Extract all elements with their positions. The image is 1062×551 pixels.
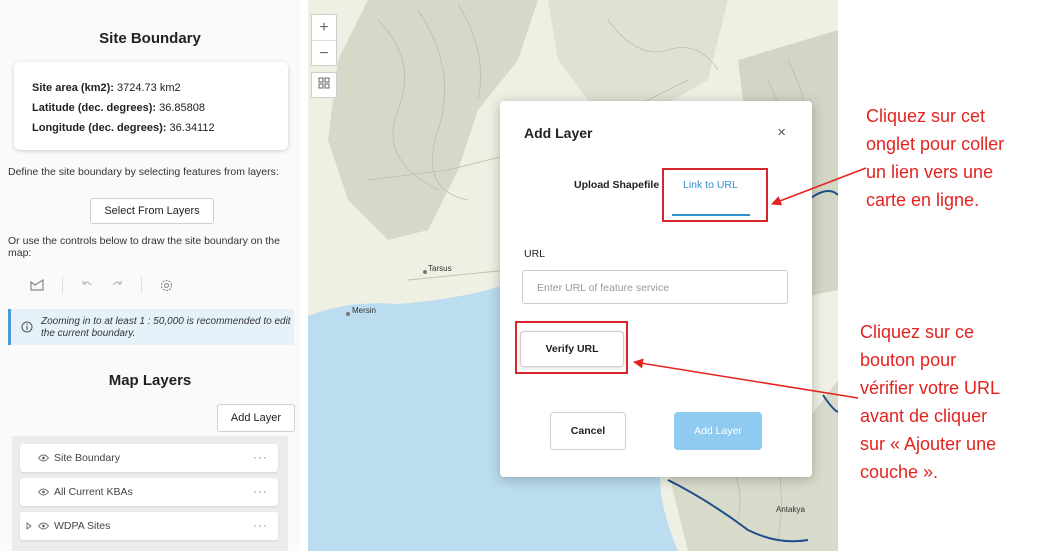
callout-line: Cliquez sur cet — [866, 106, 986, 126]
callout-line: bouton pour — [860, 350, 957, 370]
callout-line: onglet pour coller — [866, 134, 1005, 154]
callout-line: carte en ligne. — [866, 190, 980, 210]
link-tab-callout: Cliquez sur cet onglet pour coller un li… — [866, 102, 1056, 214]
callout-line: Cliquez sur ce — [860, 322, 975, 342]
callout-line: vérifier votre URL — [860, 378, 1001, 398]
callout-line: un lien vers une — [866, 162, 994, 182]
verify-button-callout: Cliquez sur ce bouton pour vérifier votr… — [860, 318, 1060, 486]
callout-line: couche ». — [860, 462, 939, 482]
callout-line: avant de cliquer — [860, 406, 988, 426]
callout-line: sur « Ajouter une — [860, 434, 997, 454]
arrow-to-verify-button — [633, 358, 859, 399]
arrow-to-link-tab — [771, 167, 867, 206]
